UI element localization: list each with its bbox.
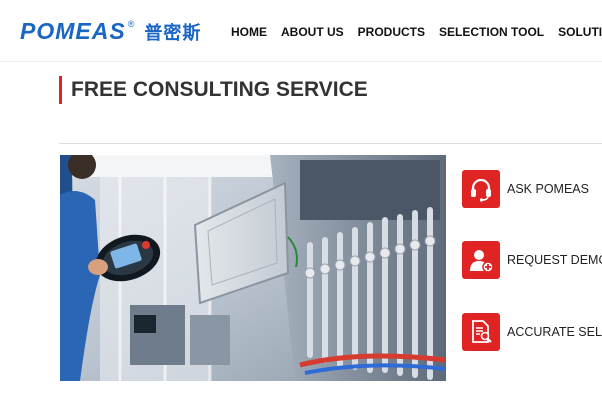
nav-home[interactable]: HOME bbox=[231, 25, 267, 39]
nav-solutions[interactable]: SOLUTIONS bbox=[558, 25, 602, 39]
nav-selection-tool[interactable]: SELECTION TOOL bbox=[439, 25, 544, 39]
site-header: POMEAS ® 普密斯 HOME ABOUT US PRODUCTS SELE… bbox=[0, 0, 602, 62]
logo-wordmark: POMEAS bbox=[20, 18, 126, 44]
service-ask-pomeas[interactable]: ASK POMEAS bbox=[462, 170, 589, 208]
registered-mark: ® bbox=[127, 18, 135, 29]
section-heading: FREE CONSULTING SERVICE bbox=[59, 76, 368, 104]
main-nav: HOME ABOUT US PRODUCTS SELECTION TOOL SO… bbox=[231, 25, 602, 39]
nav-products[interactable]: PRODUCTS bbox=[358, 25, 425, 39]
title-accent-bar bbox=[59, 76, 62, 104]
add-user-icon bbox=[462, 241, 500, 279]
section-divider bbox=[59, 143, 602, 144]
page-title: FREE CONSULTING SERVICE bbox=[71, 78, 368, 101]
service-accurate-selection[interactable]: ACCURATE SELEC bbox=[462, 313, 602, 351]
logo[interactable]: POMEAS ® 普密斯 bbox=[20, 18, 201, 45]
headset-icon bbox=[462, 170, 500, 208]
service-label: REQUEST DEMO/ bbox=[507, 253, 602, 267]
factory-automation-photo bbox=[60, 155, 446, 381]
factory-automation-illustration bbox=[60, 155, 446, 381]
document-search-icon bbox=[462, 313, 500, 351]
logo-chinese-name: 普密斯 bbox=[144, 22, 202, 44]
service-label: ACCURATE SELEC bbox=[507, 325, 602, 339]
service-label: ASK POMEAS bbox=[507, 182, 589, 196]
service-request-demo[interactable]: REQUEST DEMO/ bbox=[462, 241, 602, 279]
nav-about-us[interactable]: ABOUT US bbox=[281, 25, 344, 39]
